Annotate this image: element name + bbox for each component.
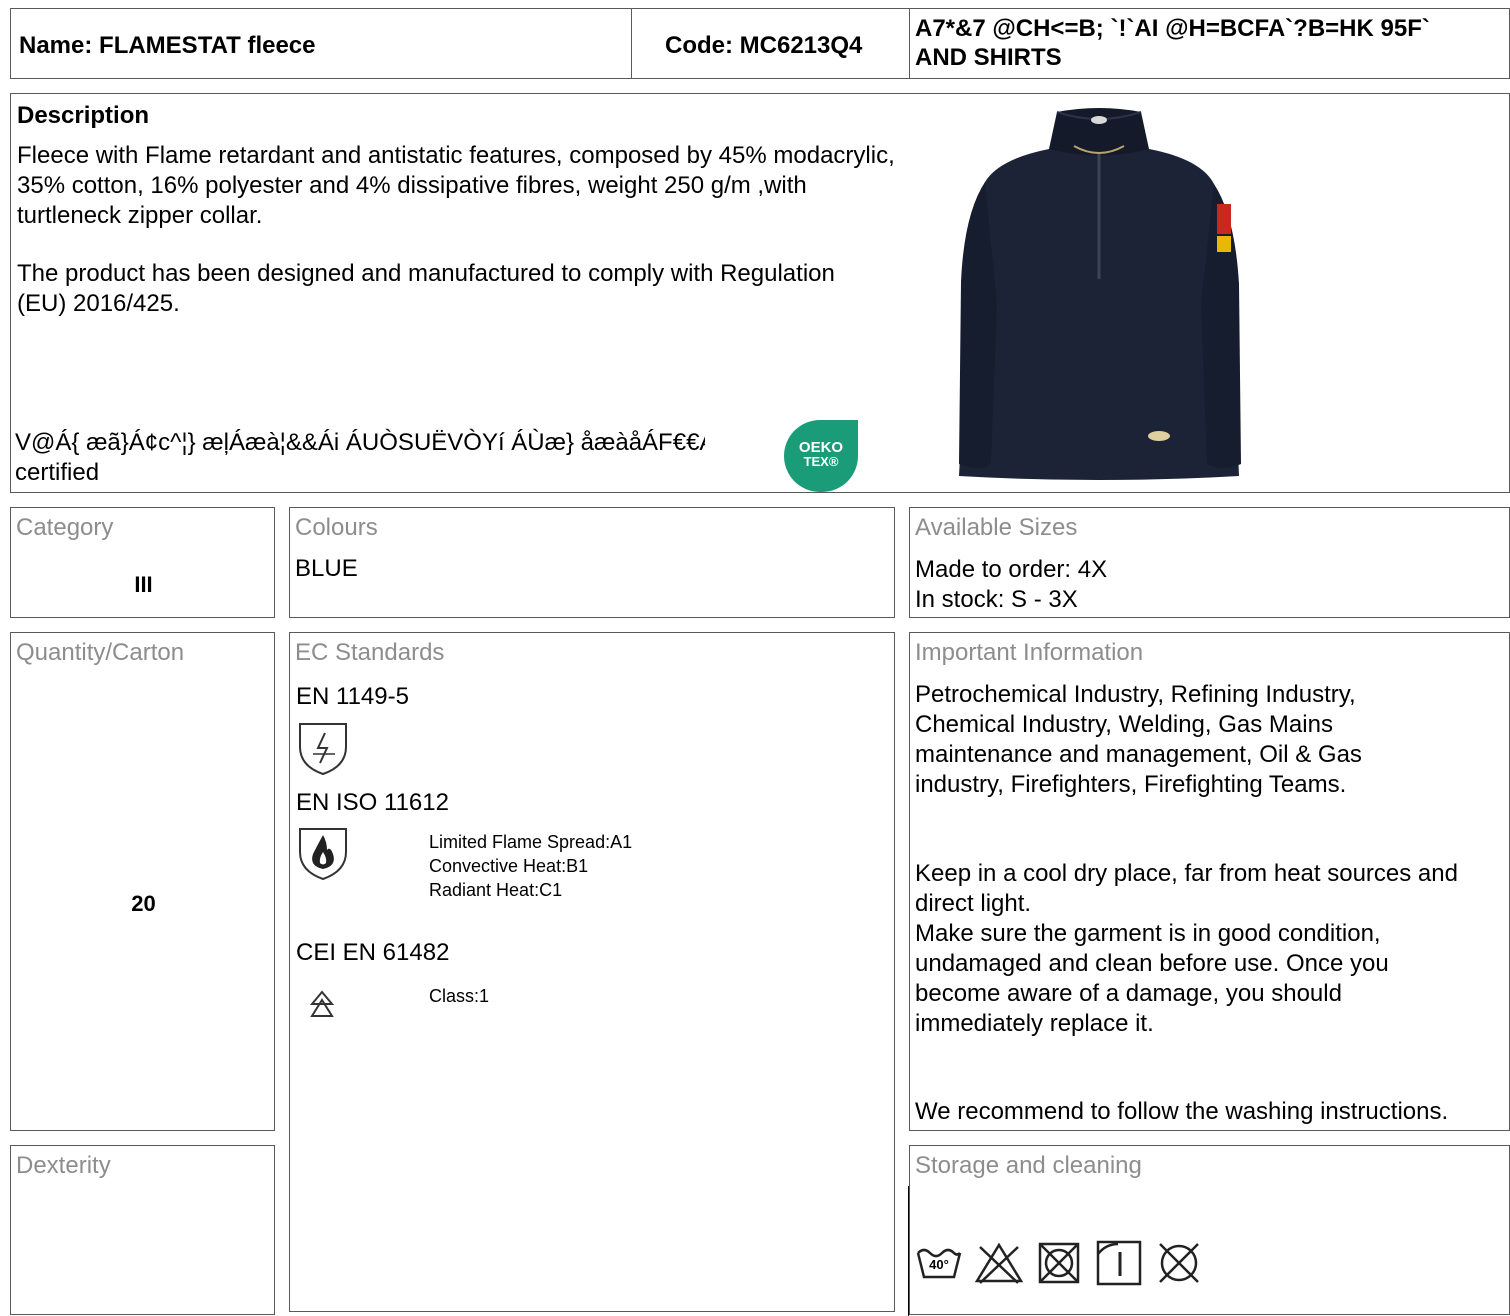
description-paragraph-2: The product has been designed and manufa… [17, 260, 835, 317]
product-image [939, 104, 1259, 486]
sizes-in-stock: In stock: S - 3X [915, 586, 1078, 613]
oeko-badge-line2: TEX® [803, 454, 839, 469]
standard-detail: Class:1 [429, 986, 490, 1006]
quantity-cell: Quantity/Carton 20 [10, 632, 275, 1131]
antistatic-shield-icon [297, 721, 349, 777]
description-title: Description [17, 102, 150, 129]
sizes-cell: Available Sizes Made to order: 4X In sto… [909, 507, 1510, 618]
header-name-cell: Name: FLAMESTAT fleece [10, 8, 632, 79]
standard-name: CEI EN 61482 [296, 939, 450, 966]
oeko-tex-badge: OEKO TEX® [784, 420, 858, 492]
product-category-line1: A7*&7 @CH<=B; `!`AI @H=BCFA`?B=HK 95F` [915, 15, 1430, 42]
no-dry-clean-icon [1156, 1240, 1202, 1286]
important-cell: Important Information Petrochemical Indu… [909, 632, 1510, 1131]
dexterity-label: Dexterity [16, 1152, 111, 1179]
standard-detail: Convective Heat:B1 [429, 856, 589, 876]
important-washing-note: We recommend to follow the washing instr… [915, 1098, 1449, 1125]
iron-low-icon [1096, 1240, 1142, 1286]
standard-detail: Radiant Heat:C1 [429, 880, 563, 900]
standards-label: EC Standards [295, 639, 445, 666]
important-storage-note: Keep in a cool dry place, far from heat … [915, 860, 1458, 917]
important-industries: Petrochemical Industry, Refining Industr… [915, 681, 1362, 798]
flame-shield-icon [297, 826, 349, 882]
colours-cell: Colours BLUE [289, 507, 895, 618]
no-bleach-icon [974, 1241, 1024, 1285]
arc-flash-icon [310, 990, 334, 1020]
wash-temperature: 40° [929, 1257, 949, 1272]
certification-text: V@Á{ æã}Á¢c^¦} æļÁæà¦&&Ái ÁUÒSUËVÒYí ÁÙæ… [15, 429, 705, 456]
sizes-label: Available Sizes [915, 514, 1078, 541]
no-tumble-dry-icon [1038, 1242, 1080, 1284]
standard-name: EN ISO 11612 [296, 789, 449, 816]
colours-label: Colours [295, 514, 378, 541]
wash-40-icon: 40° [916, 1243, 962, 1283]
standards-cell: EC Standards EN 1149-5 EN ISO 11612 Limi… [289, 632, 895, 1312]
header-code-cell: Code: MC6213Q4 [631, 8, 910, 79]
certification-tail: certified [15, 459, 100, 486]
standard-detail: Limited Flame Spread:A1 [429, 832, 633, 852]
quantity-value: 20 [131, 891, 156, 916]
quantity-label: Quantity/Carton [16, 639, 185, 666]
category-label: Category [16, 514, 114, 541]
description-section: Description Fleece with Flame retardant … [10, 93, 1510, 493]
storage-label: Storage and cleaning [915, 1152, 1142, 1179]
header-category-cell: A7*&7 @CH<=B; `!`AI @H=BCFA`?B=HK 95F` A… [909, 8, 1510, 79]
important-label: Important Information [915, 639, 1144, 666]
standard-name: EN 1149-5 [296, 683, 409, 710]
category-value: III [134, 572, 153, 597]
product-name: Name: FLAMESTAT fleece [19, 32, 316, 59]
description-paragraph-1: Fleece with Flame retardant and antistat… [17, 142, 895, 229]
important-condition-note: Make sure the garment is in good conditi… [915, 920, 1389, 1037]
sizes-made-to-order: Made to order: 4X [915, 556, 1108, 583]
category-cell: Category III [10, 507, 275, 618]
oeko-badge-line1: OEKO [798, 439, 844, 456]
product-category-line2: AND SHIRTS [915, 44, 1062, 71]
product-code: Code: MC6213Q4 [665, 32, 863, 59]
storage-left-rule [908, 1186, 909, 1316]
colours-value: BLUE [295, 555, 358, 582]
care-icons: 40° [916, 1238, 1202, 1288]
